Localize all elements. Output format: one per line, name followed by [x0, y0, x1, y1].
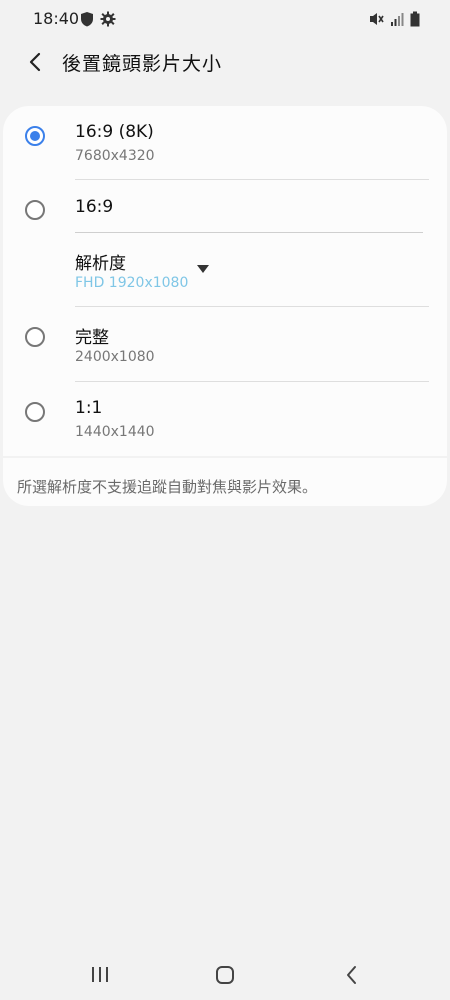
option-label: 16:9 [75, 197, 114, 217]
status-right-icons [368, 11, 420, 27]
recents-icon[interactable] [85, 962, 115, 988]
option-16-9-8k[interactable]: 16:9 (8K) 7680x4320 [3, 106, 447, 180]
option-label: 1:1 [75, 398, 103, 418]
back-icon[interactable] [337, 962, 367, 988]
shield-icon [81, 12, 93, 27]
home-icon[interactable] [210, 962, 240, 988]
options-card: 16:9 (8K) 7680x4320 16:9 解析度 FHD 1920x10… [3, 106, 447, 506]
radio-button[interactable] [25, 327, 45, 347]
option-label: 16:9 (8K) [75, 122, 154, 142]
option-label: 完整 [75, 328, 109, 348]
radio-button-selected[interactable] [25, 126, 45, 146]
radio-button[interactable] [25, 200, 45, 220]
header: 後置鏡頭影片大小 [0, 40, 450, 86]
status-time: 18:40 [33, 9, 80, 28]
resolution-label: 解析度 [75, 254, 126, 274]
battery-icon [410, 11, 420, 27]
option-resolution: 2400x1080 [75, 349, 155, 365]
gear-icon [100, 11, 116, 27]
mute-icon [370, 13, 384, 25]
page-title: 後置鏡頭影片大小 [62, 53, 223, 75]
option-full[interactable]: 完整 2400x1080 [3, 307, 447, 381]
signal-icon [391, 13, 404, 26]
dropdown-caret-icon[interactable] [197, 265, 209, 273]
navigation-bar [0, 950, 450, 1000]
footer-note: 所選解析度不支援追蹤自動對焦與影片效果。 [17, 478, 318, 496]
radio-button[interactable] [25, 402, 45, 422]
footer-band [0, 456, 450, 458]
resolution-dropdown[interactable]: 解析度 FHD 1920x1080 [3, 233, 447, 307]
option-16-9[interactable]: 16:9 [3, 180, 447, 232]
status-left-icons [80, 11, 116, 27]
resolution-value: FHD 1920x1080 [75, 275, 189, 291]
option-resolution: 1440x1440 [75, 424, 155, 440]
option-resolution: 7680x4320 [75, 148, 155, 164]
status-bar: 18:40 [0, 0, 450, 38]
option-1-1[interactable]: 1:1 1440x1440 [3, 382, 447, 456]
back-arrow-icon[interactable] [22, 48, 50, 76]
